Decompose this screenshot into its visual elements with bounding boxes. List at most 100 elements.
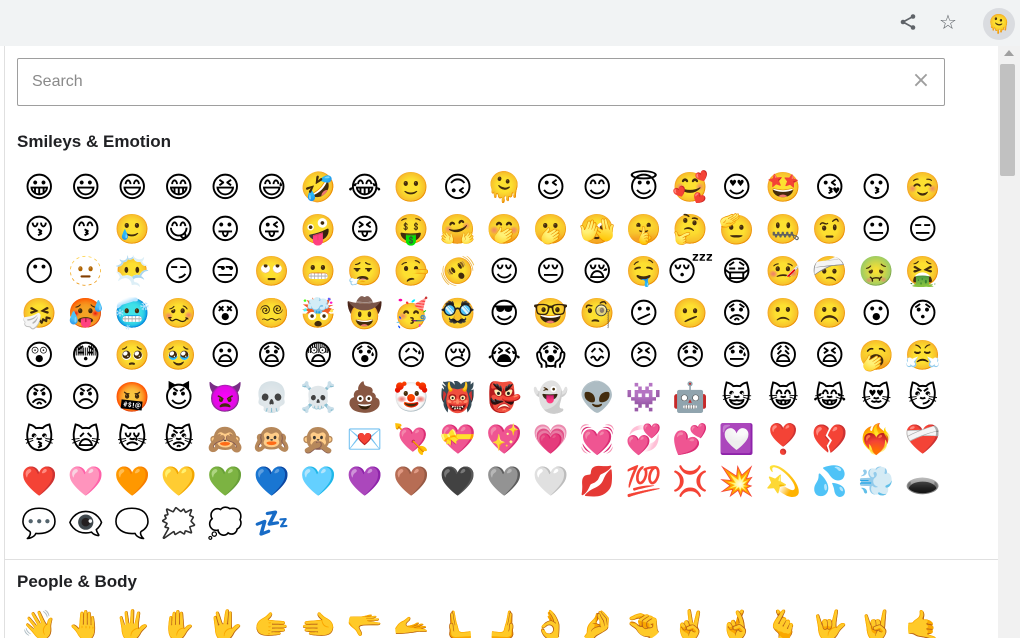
emoji-button[interactable]: 💕: [667, 418, 714, 460]
emoji-button[interactable]: ❤️: [16, 460, 63, 502]
emoji-button[interactable]: 🫨: [435, 250, 482, 292]
emoji-button[interactable]: 🤮: [900, 250, 947, 292]
emoji-button[interactable]: 🤣: [295, 166, 342, 208]
emoji-button[interactable]: 🤐: [760, 208, 807, 250]
emoji-button[interactable]: 😃: [63, 166, 110, 208]
emoji-button[interactable]: 😠: [63, 376, 110, 418]
emoji-button[interactable]: 😾: [156, 418, 203, 460]
emoji-button[interactable]: 🤞: [714, 604, 761, 638]
emoji-button[interactable]: 🧡: [109, 460, 156, 502]
emoji-button[interactable]: 🫣: [574, 208, 621, 250]
emoji-button[interactable]: 🫰: [760, 604, 807, 638]
scrollbar-thumb[interactable]: [1000, 64, 1015, 176]
emoji-button[interactable]: 😜: [249, 208, 296, 250]
emoji-button[interactable]: 💋: [574, 460, 621, 502]
emoji-button[interactable]: 💩: [342, 376, 389, 418]
emoji-button[interactable]: 💢: [667, 460, 714, 502]
emoji-button[interactable]: 😐: [853, 208, 900, 250]
emoji-button[interactable]: ❤️‍🔥: [853, 418, 900, 460]
emoji-button[interactable]: 😻: [853, 376, 900, 418]
emoji-button[interactable]: 👽: [574, 376, 621, 418]
emoji-button[interactable]: 😀: [16, 166, 63, 208]
emoji-button[interactable]: 💯: [621, 460, 668, 502]
emoji-button[interactable]: 🥺: [109, 334, 156, 376]
emoji-button[interactable]: ❣️: [760, 418, 807, 460]
emoji-extension-button[interactable]: 🫠: [983, 8, 1015, 40]
emoji-button[interactable]: 🤭: [481, 208, 528, 250]
emoji-button[interactable]: 😨: [295, 334, 342, 376]
emoji-button[interactable]: 😮: [853, 292, 900, 334]
emoji-button[interactable]: 🥳: [388, 292, 435, 334]
emoji-button[interactable]: 😵‍💫: [249, 292, 296, 334]
emoji-button[interactable]: 🤧: [16, 292, 63, 334]
emoji-button[interactable]: 🫸: [481, 604, 528, 638]
emoji-button[interactable]: 🤔: [667, 208, 714, 250]
emoji-button[interactable]: 🙈: [202, 418, 249, 460]
emoji-button[interactable]: 🙊: [295, 418, 342, 460]
emoji-button[interactable]: 😺: [714, 376, 761, 418]
emoji-button[interactable]: 😵: [202, 292, 249, 334]
emoji-button[interactable]: 😩: [760, 334, 807, 376]
emoji-button[interactable]: 😌: [481, 250, 528, 292]
emoji-button[interactable]: 🤯: [295, 292, 342, 334]
emoji-button[interactable]: 🤎: [388, 460, 435, 502]
emoji-button[interactable]: 💬: [16, 502, 63, 544]
emoji-button[interactable]: 😭: [481, 334, 528, 376]
emoji-button[interactable]: 🩶: [481, 460, 528, 502]
emoji-button[interactable]: 👻: [528, 376, 575, 418]
emoji-button[interactable]: 💛: [156, 460, 203, 502]
emoji-button[interactable]: 🥰: [667, 166, 714, 208]
emoji-button[interactable]: 💨: [853, 460, 900, 502]
emoji-button[interactable]: 🤑: [388, 208, 435, 250]
emoji-button[interactable]: ✌️: [667, 604, 714, 638]
emoji-button[interactable]: 😶: [16, 250, 63, 292]
emoji-button[interactable]: 🤗: [435, 208, 482, 250]
emoji-button[interactable]: 😍: [714, 166, 761, 208]
emoji-button[interactable]: 😏: [156, 250, 203, 292]
emoji-button[interactable]: 🥱: [853, 334, 900, 376]
emoji-button[interactable]: 💓: [574, 418, 621, 460]
emoji-button[interactable]: 🤟: [807, 604, 854, 638]
emoji-button[interactable]: 🤢: [853, 250, 900, 292]
emoji-button[interactable]: 🫢: [528, 208, 575, 250]
emoji-button[interactable]: ☹️: [807, 292, 854, 334]
emoji-button[interactable]: 😮‍💨: [342, 250, 389, 292]
emoji-button[interactable]: 👁️‍🗨️: [63, 502, 110, 544]
emoji-button[interactable]: 🤠: [342, 292, 389, 334]
emoji-button[interactable]: 😰: [342, 334, 389, 376]
emoji-button[interactable]: 🩷: [63, 460, 110, 502]
emoji-button[interactable]: 😇: [621, 166, 668, 208]
emoji-button[interactable]: 🥴: [156, 292, 203, 334]
emoji-button[interactable]: 🤪: [295, 208, 342, 250]
emoji-button[interactable]: 😤: [900, 334, 947, 376]
emoji-button[interactable]: 👾: [621, 376, 668, 418]
emoji-button[interactable]: 😥: [388, 334, 435, 376]
emoji-button[interactable]: 🤌: [574, 604, 621, 638]
emoji-button[interactable]: 😒: [202, 250, 249, 292]
emoji-button[interactable]: 🥹: [156, 334, 203, 376]
emoji-button[interactable]: 😑: [900, 208, 947, 250]
close-icon[interactable]: ×: [910, 70, 932, 92]
emoji-button[interactable]: 🤍: [528, 460, 575, 502]
share-icon[interactable]: [896, 10, 920, 34]
emoji-button[interactable]: 🥶: [109, 292, 156, 334]
emoji-button[interactable]: 😡: [16, 376, 63, 418]
emoji-button[interactable]: 💀: [249, 376, 296, 418]
emoji-button[interactable]: 🥲: [109, 208, 156, 250]
emoji-button[interactable]: 😚: [16, 208, 63, 250]
emoji-button[interactable]: 😄: [109, 166, 156, 208]
emoji-button[interactable]: 💫: [760, 460, 807, 502]
emoji-button[interactable]: 💘: [388, 418, 435, 460]
emoji-button[interactable]: 😘: [807, 166, 854, 208]
emoji-button[interactable]: 🗨️: [109, 502, 156, 544]
emoji-button[interactable]: 💥: [714, 460, 761, 502]
emoji-button[interactable]: 😝: [342, 208, 389, 250]
emoji-button[interactable]: 🤖: [667, 376, 714, 418]
emoji-button[interactable]: 💚: [202, 460, 249, 502]
emoji-button[interactable]: 😗: [853, 166, 900, 208]
emoji-button[interactable]: 😯: [900, 292, 947, 334]
emoji-button[interactable]: 💝: [435, 418, 482, 460]
emoji-button[interactable]: 😟: [714, 292, 761, 334]
emoji-button[interactable]: 🕳️: [900, 460, 947, 502]
emoji-button[interactable]: ☺️: [900, 166, 947, 208]
